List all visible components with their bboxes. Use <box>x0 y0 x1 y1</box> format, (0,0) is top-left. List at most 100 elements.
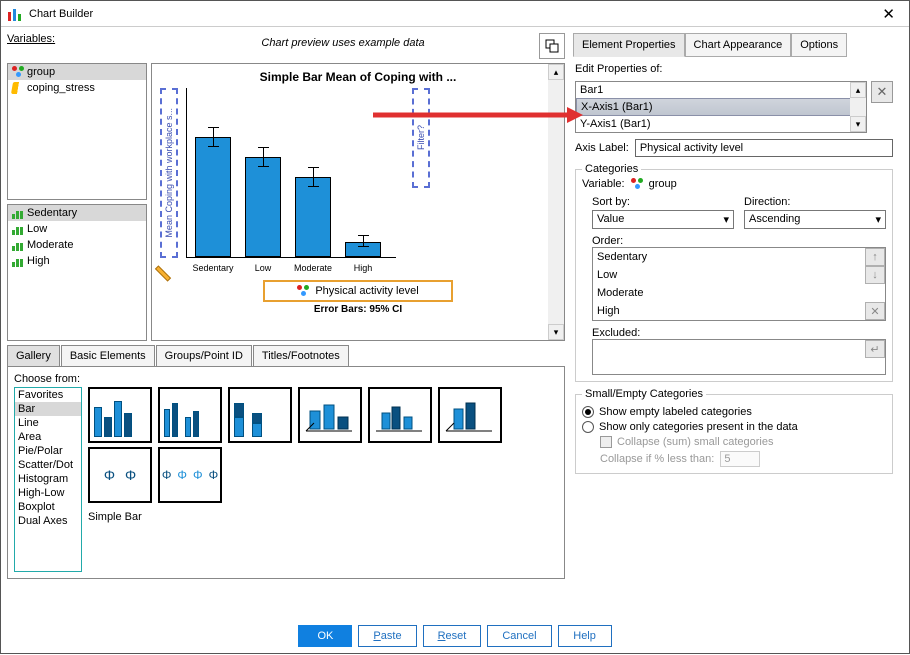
checkbox-collapse: Collapse (sum) small categories <box>600 436 886 448</box>
paste-button[interactable]: Paste <box>358 625 416 647</box>
prop-bar1[interactable]: Bar1 <box>576 82 866 98</box>
close-icon[interactable]: ✕ <box>874 3 903 25</box>
type-bar[interactable]: Bar <box>15 402 81 416</box>
type-pie-polar[interactable]: Pie/Polar <box>15 444 81 458</box>
error-bars-label: Error Bars: 95% CI <box>160 304 556 315</box>
type-dual-axes[interactable]: Dual Axes <box>15 514 81 528</box>
scroll-down-button[interactable]: ▾ <box>548 324 564 340</box>
tab-options[interactable]: Options <box>791 33 847 57</box>
thumb-stacked-bar[interactable] <box>228 387 292 443</box>
direction-select[interactable]: Ascending▾ <box>744 210 886 229</box>
level-item[interactable]: High <box>8 253 146 269</box>
order-item[interactable]: High <box>593 303 865 319</box>
scroll-down-button[interactable]: ▾ <box>850 116 866 132</box>
sort-by-label: Sort by: <box>592 196 734 208</box>
selected-chart-name: Simple Bar <box>88 511 558 523</box>
window-title: Chart Builder <box>29 8 874 20</box>
tab-titles-footnotes[interactable]: Titles/Footnotes <box>253 345 349 366</box>
tab-basic-elements[interactable]: Basic Elements <box>61 345 155 366</box>
level-item[interactable]: Moderate <box>8 237 146 253</box>
restore-item-button[interactable]: ↵ <box>865 340 885 358</box>
gallery-tabs: Gallery Basic Elements Groups/Point ID T… <box>7 345 565 367</box>
type-line[interactable]: Line <box>15 416 81 430</box>
levels-list[interactable]: Sedentary Low Moderate High <box>7 204 147 341</box>
nominal-icon <box>297 285 309 297</box>
prop-xaxis1[interactable]: X-Axis1 (Bar1) <box>576 98 866 116</box>
move-down-button[interactable]: ↓ <box>865 266 885 284</box>
radio-icon <box>582 406 594 418</box>
order-label: Order: <box>592 235 886 247</box>
app-icon <box>7 6 23 22</box>
type-histogram[interactable]: Histogram <box>15 472 81 486</box>
chevron-down-icon: ▾ <box>723 213 729 226</box>
order-item[interactable]: Moderate <box>593 285 865 301</box>
chevron-down-icon: ▾ <box>875 213 881 226</box>
thumb-error-bar-2[interactable]: ΦΦΦΦ <box>158 447 222 503</box>
axis-label-label: Axis Label: <box>575 142 629 154</box>
tab-element-properties[interactable]: Element Properties <box>573 33 685 57</box>
tab-chart-appearance[interactable]: Chart Appearance <box>685 33 792 57</box>
nominal-icon <box>12 66 24 78</box>
type-boxplot[interactable]: Boxplot <box>15 500 81 514</box>
order-list[interactable]: Sedentary↑ Low↓ Moderate. High✕ <box>592 247 886 321</box>
tab-groups-point-id[interactable]: Groups/Point ID <box>156 345 252 366</box>
thumb-3d-bar-2[interactable] <box>368 387 432 443</box>
chart-preview[interactable]: Simple Bar Mean of Coping with ... Mean … <box>151 63 565 341</box>
help-button[interactable]: Help <box>558 625 612 647</box>
level-item[interactable]: Sedentary <box>8 205 146 221</box>
reset-button[interactable]: Reset <box>423 625 482 647</box>
x-axis-dropzone[interactable]: Physical activity level <box>263 280 453 302</box>
nominal-icon <box>631 178 643 190</box>
ordinal-icon <box>12 223 24 235</box>
ordinal-icon <box>12 239 24 251</box>
pencil-icon <box>155 265 171 281</box>
thumb-clustered-bar[interactable] <box>158 387 222 443</box>
chart-type-list[interactable]: Favorites Bar Line Area Pie/Polar Scatte… <box>14 387 82 572</box>
prop-yaxis1[interactable]: Y-Axis1 (Bar1) <box>576 116 866 132</box>
scroll-up-button[interactable]: ▴ <box>548 64 564 80</box>
ok-button[interactable]: OK <box>298 625 352 647</box>
thumb-3d-bar-1[interactable] <box>298 387 362 443</box>
type-high-low[interactable]: High-Low <box>15 486 81 500</box>
thumb-error-bar-1[interactable]: ΦΦ <box>88 447 152 503</box>
scale-icon <box>11 82 25 94</box>
type-favorites[interactable]: Favorites <box>15 388 81 402</box>
ordinal-icon <box>12 207 24 219</box>
filter-dropzone[interactable]: Filter? <box>412 88 430 188</box>
move-up-button[interactable]: ↑ <box>865 248 885 266</box>
y-axis-dropzone[interactable]: Mean Coping with workplace s... <box>160 88 178 258</box>
var-group[interactable]: group <box>8 64 146 80</box>
variables-list[interactable]: group coping_stress <box>7 63 147 200</box>
order-item[interactable]: Sedentary <box>593 249 865 265</box>
level-item[interactable]: Low <box>8 221 146 237</box>
scroll-up-button[interactable]: ▴ <box>850 82 866 98</box>
delete-element-button[interactable]: ✕ <box>871 81 893 103</box>
cancel-button[interactable]: Cancel <box>487 625 551 647</box>
thumb-simple-bar[interactable] <box>88 387 152 443</box>
radio-show-present[interactable]: Show only categories present in the data <box>582 421 886 433</box>
radio-icon <box>582 421 594 433</box>
edit-properties-label: Edit Properties of: <box>575 63 893 75</box>
variables-label: Variables: <box>7 33 147 45</box>
sort-by-select[interactable]: Value▾ <box>592 210 734 229</box>
chart-title: Simple Bar Mean of Coping with ... <box>160 70 556 84</box>
order-item[interactable]: Low <box>593 267 865 283</box>
var-coping-stress[interactable]: coping_stress <box>8 80 146 96</box>
variable-value: group <box>649 178 677 190</box>
excluded-label: Excluded: <box>592 327 886 339</box>
type-area[interactable]: Area <box>15 430 81 444</box>
tab-gallery[interactable]: Gallery <box>7 345 60 366</box>
collapse-pct-label: Collapse if % less than: <box>600 453 714 465</box>
axis-label-input[interactable] <box>635 139 893 157</box>
prop-list-scrollbar[interactable]: ▴ ▾ <box>850 82 866 132</box>
type-scatter-dot[interactable]: Scatter/Dot <box>15 458 81 472</box>
properties-list[interactable]: Bar1 X-Axis1 (Bar1) Y-Axis1 (Bar1) ▴ ▾ <box>575 81 867 133</box>
expand-preview-button[interactable] <box>539 33 565 59</box>
thumb-3d-bar-3[interactable] <box>438 387 502 443</box>
choose-from-label: Choose from: <box>14 373 558 385</box>
radio-show-empty[interactable]: Show empty labeled categories <box>582 406 886 418</box>
preview-scrollbar[interactable]: ▴ ▾ <box>548 64 564 340</box>
remove-item-button[interactable]: ✕ <box>865 302 885 320</box>
checkbox-icon <box>600 436 612 448</box>
excluded-list[interactable]: ↵ <box>592 339 886 375</box>
